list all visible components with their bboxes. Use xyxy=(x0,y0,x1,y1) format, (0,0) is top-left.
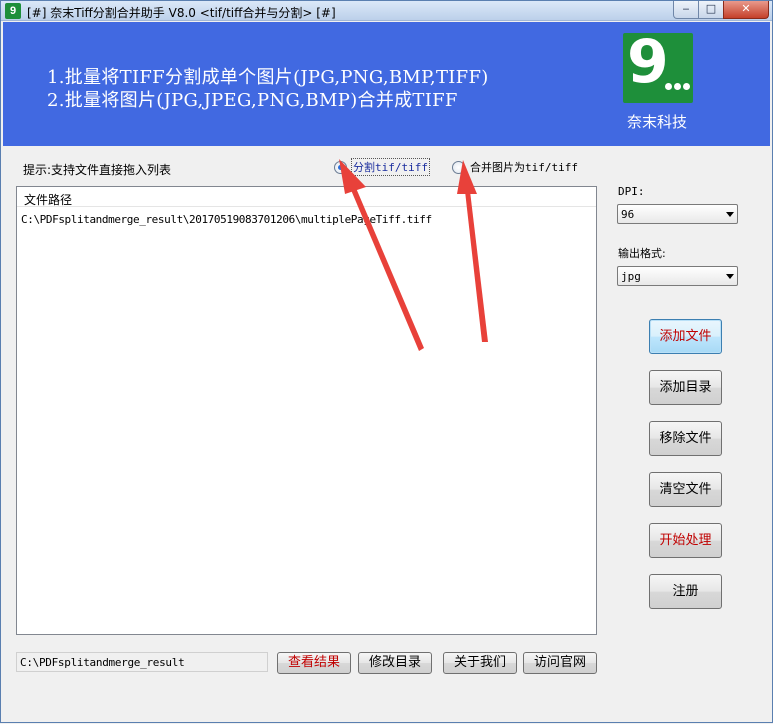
change-directory-button[interactable]: 修改目录 xyxy=(358,652,432,674)
title-bar[interactable]: 9 [#] 奈末Tiff分割合并助手 V8.0 <tif/tiff合并与分割> … xyxy=(1,1,772,21)
merge-mode-label: 合并图片为tif/tiff xyxy=(470,161,578,174)
output-path-field[interactable]: C:\PDFsplitandmerge_result xyxy=(16,652,268,672)
chevron-down-icon xyxy=(726,274,734,279)
output-format-value: jpg xyxy=(621,270,641,283)
about-us-button[interactable]: 关于我们 xyxy=(443,652,517,674)
list-item[interactable]: C:\PDFsplitandmerge_result\2017051908370… xyxy=(21,213,432,226)
drag-hint: 提示:支持文件直接拖入列表 xyxy=(23,163,172,177)
window-title: [#] 奈末Tiff分割合并助手 V8.0 <tif/tiff合并与分割> [#… xyxy=(27,6,336,20)
split-mode-radio[interactable]: 分割tif/tiff xyxy=(334,158,430,176)
header-banner: 1.批量将TIFF分割成单个图片(JPG,PNG,BMP,TIFF) 2.批量将… xyxy=(3,22,770,146)
file-list-header[interactable]: 文件路径 xyxy=(17,187,596,207)
view-result-button[interactable]: 查看结果 xyxy=(277,652,351,674)
merge-mode-radio[interactable]: 合并图片为tif/tiff xyxy=(452,158,578,176)
radio-selected-icon xyxy=(334,160,347,174)
dpi-value: 96 xyxy=(621,208,635,221)
maximize-button[interactable]: □ xyxy=(698,1,724,19)
company-logo: 9 xyxy=(623,27,693,103)
visit-website-button[interactable]: 访问官网 xyxy=(523,652,597,674)
app-window: 9 [#] 奈末Tiff分割合并助手 V8.0 <tif/tiff合并与分割> … xyxy=(0,0,773,723)
remove-file-button[interactable]: 移除文件 xyxy=(649,421,722,456)
logo-dots xyxy=(665,83,691,93)
output-format-select[interactable]: jpg xyxy=(617,266,738,286)
minimize-button[interactable]: ‒ xyxy=(673,1,699,19)
start-processing-button[interactable]: 开始处理 xyxy=(649,523,722,558)
column-file-path: 文件路径 xyxy=(24,193,73,207)
radio-unselected-icon xyxy=(452,160,465,174)
logo-nine: 9 xyxy=(627,27,669,97)
output-format-label: 输出格式: xyxy=(618,247,666,260)
register-button[interactable]: 注册 xyxy=(649,574,722,609)
close-button[interactable]: ✕ xyxy=(723,1,769,19)
app-icon: 9 xyxy=(5,3,21,19)
split-mode-label: 分割tif/tiff xyxy=(351,158,430,176)
dpi-select[interactable]: 96 xyxy=(617,204,738,224)
file-list[interactable]: 文件路径 C:\PDFsplitandmerge_result\20170519… xyxy=(16,186,597,635)
chevron-down-icon xyxy=(726,212,734,217)
add-file-button[interactable]: 添加文件 xyxy=(649,319,722,354)
clear-files-button[interactable]: 清空文件 xyxy=(649,472,722,507)
output-path-value: C:\PDFsplitandmerge_result xyxy=(20,656,185,669)
add-directory-button[interactable]: 添加目录 xyxy=(649,370,722,405)
company-name: 奈末科技 xyxy=(627,113,688,131)
dpi-label: DPI: xyxy=(618,185,645,198)
feature-line-merge: 2.批量将图片(JPG,JPEG,PNG,BMP)合并成TIFF xyxy=(47,90,458,111)
